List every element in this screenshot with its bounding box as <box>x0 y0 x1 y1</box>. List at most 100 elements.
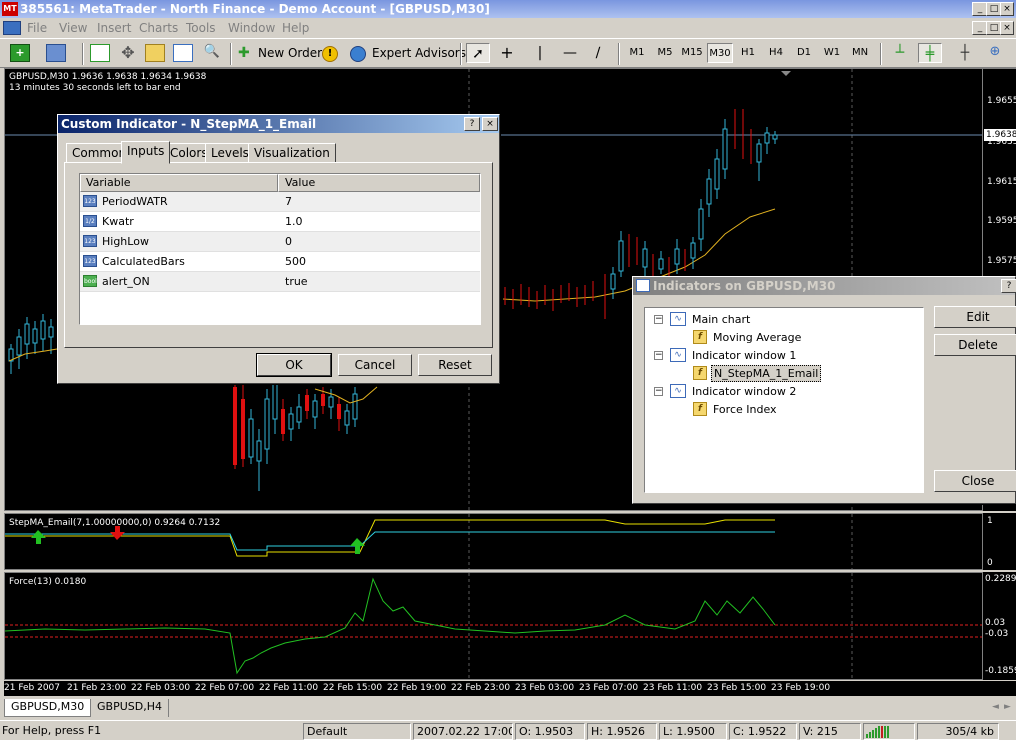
trendline-icon[interactable]: ∕ <box>588 44 608 62</box>
toolbar-separator <box>230 43 232 65</box>
toolbar-separator <box>460 43 462 65</box>
timeframe-h4[interactable]: H4 <box>763 43 789 63</box>
timeframe-m30[interactable]: M30 <box>707 43 733 63</box>
table-row[interactable]: 123 HighLow 0 <box>80 232 480 252</box>
tree-item-moving-average[interactable]: Moving Average <box>713 331 801 344</box>
new-chart-icon[interactable]: + <box>10 44 30 62</box>
help-icon[interactable]: ? <box>464 117 480 131</box>
crosshair-icon[interactable]: + <box>497 44 517 62</box>
time-label: 23 Feb 15:00 <box>707 683 767 693</box>
indicators-dialog-icon <box>636 279 650 292</box>
edit-button[interactable]: Edit <box>934 306 1016 328</box>
collapse-icon[interactable]: − <box>654 315 663 324</box>
boolean-type-icon: bool <box>83 275 97 287</box>
menu-window[interactable]: Window <box>228 21 275 35</box>
cursor-icon[interactable]: ➚ <box>466 43 490 63</box>
status-close: C: 1.9522 <box>729 723 797 740</box>
moving-average-left <box>8 348 58 362</box>
line-chart-icon[interactable]: ┼ <box>955 44 975 62</box>
variable-name: Kwatr <box>102 215 134 228</box>
function-icon: f <box>693 366 707 380</box>
variable-value[interactable]: 1.0 <box>285 212 303 231</box>
indicator1-scale: 1 0 <box>983 513 1016 570</box>
variable-name: alert_ON <box>102 275 150 288</box>
tree-node-indicator-window-1[interactable]: Indicator window 1 <box>692 349 796 362</box>
timeframe-m5[interactable]: M5 <box>652 43 678 63</box>
candlestick-icon[interactable]: ╪ <box>918 43 942 63</box>
expert-advisors-icon[interactable] <box>350 46 366 62</box>
menu-view[interactable]: View <box>59 21 87 35</box>
table-row[interactable]: 1/2 Kwatr 1.0 <box>80 212 480 232</box>
new-order-button[interactable]: New Order <box>258 42 322 64</box>
variable-value[interactable]: 7 <box>285 192 292 211</box>
variable-value[interactable]: true <box>285 272 308 291</box>
ok-button[interactable]: OK <box>256 353 332 377</box>
bar-chart-icon[interactable]: ┴ <box>890 44 910 62</box>
variable-name: HighLow <box>102 235 149 248</box>
profiles-icon[interactable] <box>46 44 66 62</box>
vertical-line-icon[interactable]: | <box>530 44 550 62</box>
zoom-in-icon[interactable]: ⊕ <box>985 44 1005 62</box>
indicators-tree: − ∿ Main chart f Moving Average − ∿ Indi… <box>644 307 924 493</box>
collapse-icon[interactable]: − <box>654 387 663 396</box>
collapse-icon[interactable]: − <box>654 351 663 360</box>
status-profile[interactable]: Default <box>303 723 411 740</box>
tab-scroll-right-icon[interactable]: ► <box>1004 702 1011 712</box>
column-header-value[interactable]: Value <box>278 174 480 192</box>
chart-tab-gbpusd-h4[interactable]: GBPUSD,H4 <box>90 699 169 717</box>
horizontal-line-icon[interactable]: — <box>560 44 580 62</box>
scale-label: 1 <box>987 516 993 526</box>
indicator-window-1[interactable]: StepMA_Email(7,1.00000000,0) 0.9264 0.71… <box>4 513 983 570</box>
tree-item-n-stepma[interactable]: N_StepMA_1_Email <box>711 365 822 382</box>
indicator-window-2[interactable]: Force(13) 0.0180 <box>4 572 983 680</box>
new-order-icon[interactable]: ✚ <box>238 44 258 62</box>
dialog-title: Custom Indicator - N_StepMA_1_Email <box>58 115 499 133</box>
custom-indicator-dialog: Custom Indicator - N_StepMA_1_Email ? × … <box>57 114 500 384</box>
variable-value[interactable]: 0 <box>285 232 292 251</box>
delete-button[interactable]: Delete <box>934 334 1016 356</box>
close-button[interactable]: Close <box>934 470 1016 492</box>
tree-node-indicator-window-2[interactable]: Indicator window 2 <box>692 385 796 398</box>
table-row[interactable]: 123 PeriodWATR 7 <box>80 192 480 212</box>
navigator-icon[interactable]: ✥ <box>118 44 138 62</box>
experts-warning-icon[interactable]: ! <box>322 46 338 62</box>
timeframe-w1[interactable]: W1 <box>819 43 845 63</box>
terminal-icon[interactable] <box>145 44 165 62</box>
reset-button[interactable]: Reset <box>418 354 492 376</box>
time-axis: 21 Feb 2007 21 Feb 23:00 22 Feb 03:00 22… <box>4 681 1016 696</box>
menu-tools[interactable]: Tools <box>186 21 216 35</box>
child-close-icon[interactable]: × <box>1000 21 1014 35</box>
tab-scroll-left-icon[interactable]: ◄ <box>992 702 999 712</box>
table-row[interactable]: bool alert_ON true <box>80 272 480 292</box>
timeframe-mn[interactable]: MN <box>847 43 873 63</box>
dialog-close-icon[interactable]: × <box>482 117 498 131</box>
tab-inputs[interactable]: Inputs <box>121 141 171 164</box>
tab-visualization[interactable]: Visualization <box>248 143 336 163</box>
menu-insert[interactable]: Insert <box>97 21 131 35</box>
column-header-variable[interactable]: Variable <box>80 174 278 192</box>
cancel-button[interactable]: Cancel <box>338 354 412 376</box>
status-high: H: 1.9526 <box>587 723 657 740</box>
strategy-tester-icon[interactable] <box>173 44 193 62</box>
tree-node-main-chart[interactable]: Main chart <box>692 313 750 326</box>
market-watch-icon[interactable] <box>90 44 110 62</box>
help-icon[interactable]: ? <box>1001 279 1016 293</box>
chart-tab-gbpusd-m30[interactable]: GBPUSD,M30 <box>4 699 92 717</box>
expert-advisors-button[interactable]: Expert Advisors <box>372 42 466 64</box>
menu-charts[interactable]: Charts <box>139 21 178 35</box>
table-row[interactable]: 123 CalculatedBars 500 <box>80 252 480 272</box>
menu-help[interactable]: Help <box>282 21 309 35</box>
candles-middle <box>233 369 378 491</box>
timeframe-m15[interactable]: M15 <box>679 43 705 63</box>
timeframe-m1[interactable]: M1 <box>624 43 650 63</box>
timeframe-d1[interactable]: D1 <box>791 43 817 63</box>
close-icon[interactable]: × <box>1000 2 1014 16</box>
table-header: Variable Value <box>80 174 480 192</box>
menu-file[interactable]: File <box>27 21 47 35</box>
timeframe-h1[interactable]: H1 <box>735 43 761 63</box>
zoom-history-icon[interactable]: 🔍 <box>202 44 222 62</box>
inputs-table: Variable Value 123 PeriodWATR 7 1/2 Kwat… <box>79 173 481 325</box>
variable-value[interactable]: 500 <box>285 252 306 271</box>
price-label: 1.9655 <box>987 96 1016 106</box>
tree-item-force-index[interactable]: Force Index <box>713 403 777 416</box>
